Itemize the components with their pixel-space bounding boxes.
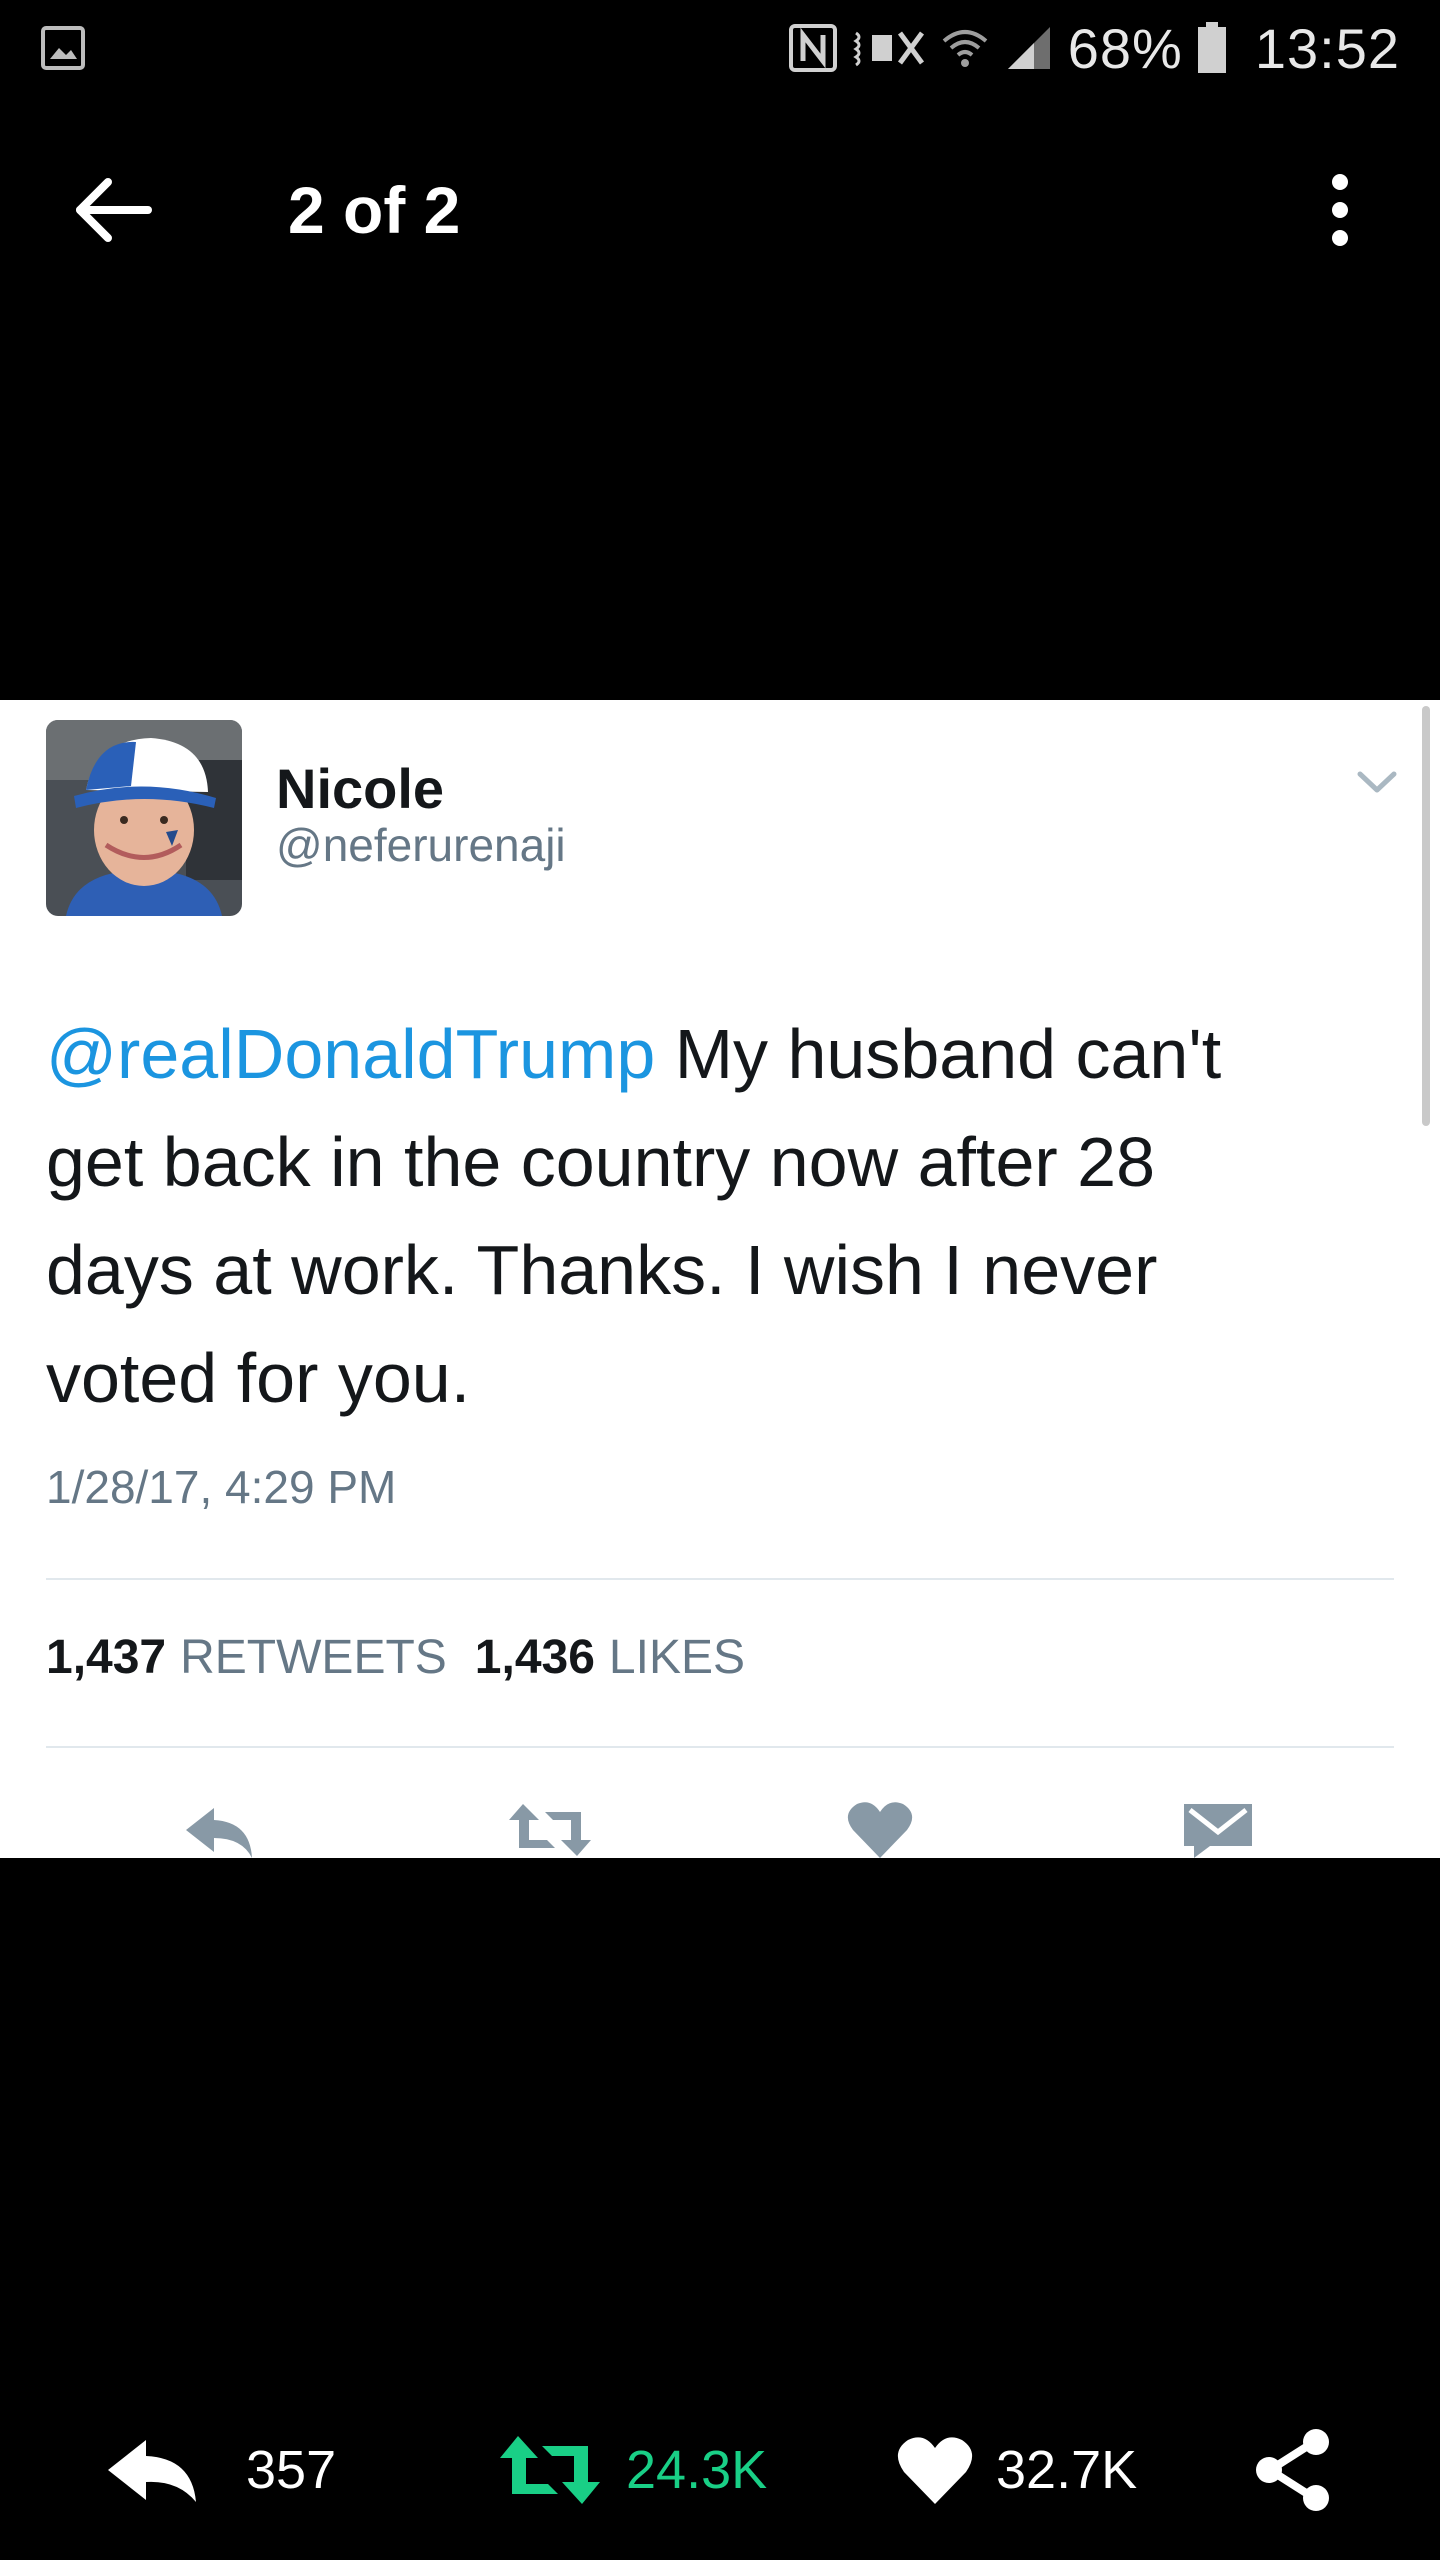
tweet-action-row <box>0 1800 1440 1858</box>
mention-link: @realDonaldTrump <box>46 1015 656 1093</box>
likes-count: 1,436 <box>474 1631 595 1684</box>
tweet-line-4: voted for you. <box>46 1339 471 1417</box>
retweet-icon <box>505 1800 591 1858</box>
chevron-down-icon <box>1354 766 1400 798</box>
avatar <box>46 720 242 916</box>
retweet-count: 24.3K <box>626 2440 768 2500</box>
retweet-icon <box>500 2436 600 2504</box>
battery-percent: 68% <box>1067 16 1183 80</box>
like-button[interactable]: 32.7K <box>896 2420 1137 2520</box>
heart-icon <box>897 2437 973 2504</box>
tweet-line-1: @realDonaldTrump My husband can't <box>46 1000 1386 1108</box>
reply-icon <box>108 2440 196 2502</box>
direct-message-icon <box>1180 1800 1260 1858</box>
reply-button[interactable]: 357 <box>104 2420 336 2520</box>
tweet-image[interactable]: Nicole @neferurenaji @realDonaldTrump My… <box>0 700 1440 1858</box>
battery-icon <box>1197 22 1227 74</box>
likes-stat: 1,436 LIKES <box>475 1630 745 1685</box>
retweets-stat: 1,437 RETWEETS <box>46 1630 447 1685</box>
wifi-icon <box>940 23 990 73</box>
retweets-label: RETWEETS <box>180 1631 447 1684</box>
overflow-menu-icon <box>1332 174 1348 246</box>
tweet-body: @realDonaldTrump My husband can't get ba… <box>46 1000 1386 1432</box>
tweet-line-3: days at work. Thanks. I wish I never <box>46 1231 1158 1309</box>
status-bar: 68% 13:52 <box>0 0 1440 96</box>
share-button[interactable] <box>1254 2420 1334 2520</box>
share-icon <box>1256 2429 1329 2511</box>
reply-count: 357 <box>246 2440 337 2500</box>
tweet-stats: 1,437 RETWEETS 1,436 LIKES <box>46 1630 745 1685</box>
back-arrow-icon <box>76 178 152 242</box>
overflow-menu-button[interactable] <box>1300 170 1380 250</box>
tweet-timestamp: 1/28/17, 4:29 PM <box>46 1461 397 1513</box>
gallery-icon <box>40 25 86 71</box>
likes-label: LIKES <box>608 1631 745 1684</box>
divider <box>46 1578 1394 1580</box>
clock: 13:52 <box>1254 16 1400 80</box>
mute-icon <box>852 23 926 73</box>
username-handle: @neferurenaji <box>276 819 566 871</box>
signal-icon <box>1004 23 1054 73</box>
back-button[interactable] <box>70 172 160 248</box>
retweets-count: 1,437 <box>46 1631 167 1684</box>
like-count: 32.7K <box>996 2440 1138 2500</box>
display-name: Nicole <box>276 757 445 820</box>
reply-icon <box>180 1800 260 1858</box>
top-app-bar: 2 of 2 <box>0 150 1440 270</box>
heart-icon <box>845 1800 925 1858</box>
scrollbar <box>1422 706 1430 1126</box>
divider <box>46 1746 1394 1748</box>
retweet-button[interactable]: 24.3K <box>496 2420 767 2520</box>
nfc-icon <box>788 23 838 73</box>
image-counter: 2 of 2 <box>288 173 461 247</box>
bottom-action-bar: 357 24.3K 32.7K <box>0 2420 1440 2520</box>
status-icons: 68% 13:52 <box>788 12 1400 84</box>
tweet-text-segment: My husband can't <box>655 1015 1222 1093</box>
tweet-line-2: get back in the country now after 28 <box>46 1123 1155 1201</box>
